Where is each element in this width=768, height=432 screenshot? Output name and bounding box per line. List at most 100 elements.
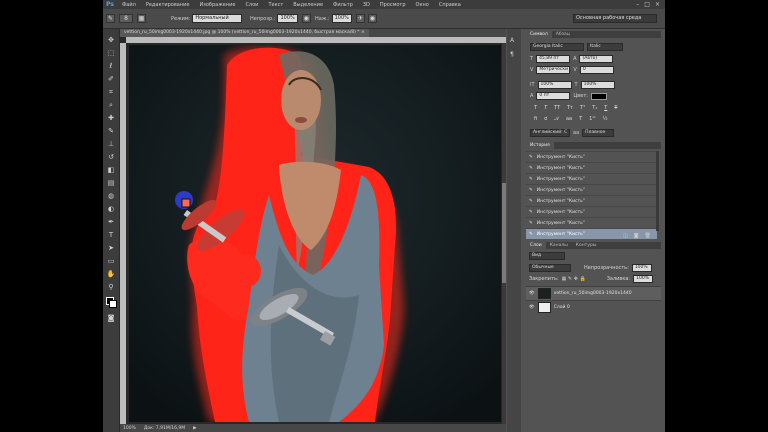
- brush-preset-picker[interactable]: 8: [119, 14, 133, 23]
- lock-icon[interactable]: ▦ ✎ ✥ 🔒: [562, 276, 586, 282]
- pressure-input[interactable]: 100%: [331, 14, 352, 23]
- tracking-select[interactable]: 0: [579, 66, 614, 74]
- menu-3d[interactable]: 3D: [358, 2, 375, 8]
- menu-help[interactable]: Справка: [434, 2, 466, 8]
- faux-bold-icon[interactable]: T: [534, 105, 537, 111]
- underline-icon[interactable]: T: [604, 105, 607, 111]
- brush-icon[interactable]: ✎: [106, 14, 115, 23]
- new-document-from-state-icon[interactable]: ◫: [623, 233, 628, 239]
- pressure-size-icon[interactable]: ◉: [367, 14, 377, 23]
- tab-channels[interactable]: Каналы: [546, 242, 572, 249]
- pressure-opacity-icon[interactable]: ◉: [301, 14, 311, 23]
- kerning-select[interactable]: Метрически: [536, 66, 571, 74]
- dodge-icon[interactable]: ◐: [106, 204, 116, 214]
- history-scrollbar[interactable]: [656, 151, 659, 231]
- font-style-select[interactable]: Italic: [587, 43, 623, 51]
- quick-mask-icon[interactable]: ◙: [106, 313, 116, 323]
- blur-icon[interactable]: ◍: [106, 191, 116, 201]
- stamp-icon[interactable]: ⊥: [106, 139, 116, 149]
- leading-input[interactable]: (Авто): [579, 55, 614, 63]
- gradient-icon[interactable]: ▤: [106, 178, 116, 188]
- ordinals-icon[interactable]: 1ˢᵗ: [589, 116, 596, 122]
- eye-icon[interactable]: 👁: [529, 305, 535, 310]
- vertical-scale-input[interactable]: 100%: [537, 81, 572, 89]
- font-family-select[interactable]: Georgia Italic: [530, 43, 584, 51]
- layer-row[interactable]: 👁 vettion_ru_50img0003-1920x1440: [526, 286, 661, 300]
- blend-mode-select[interactable]: Обычные: [529, 264, 571, 272]
- font-size-input[interactable]: 45,89 пт: [536, 55, 571, 63]
- layer-row[interactable]: 👁 Слой 0: [526, 300, 661, 314]
- language-select[interactable]: Английский: С: [530, 129, 570, 137]
- layer-opacity-input[interactable]: 100%: [631, 264, 652, 272]
- menu-image[interactable]: Изображение: [194, 2, 240, 8]
- small-caps-icon[interactable]: Tт: [567, 105, 573, 111]
- close-tab-icon[interactable]: ×: [361, 30, 365, 35]
- history-item[interactable]: ✎ Инструмент "Кисть": [526, 195, 657, 206]
- zoom-level[interactable]: 100%: [123, 426, 136, 431]
- history-item[interactable]: ✎ Инструмент "Кисть": [526, 206, 657, 217]
- strikethrough-icon[interactable]: T: [614, 105, 617, 111]
- subscript-icon[interactable]: T₁: [592, 105, 597, 111]
- crop-icon[interactable]: ⌗: [106, 87, 116, 97]
- history-item[interactable]: ✎ Инструмент "Кисть": [526, 217, 657, 228]
- ligature-icon[interactable]: fi: [534, 116, 537, 122]
- path-select-icon[interactable]: ➤: [106, 243, 116, 253]
- history-item[interactable]: ✎ Инструмент "Кисть": [526, 173, 657, 184]
- all-caps-icon[interactable]: TT: [554, 105, 560, 111]
- menu-type[interactable]: Текст: [263, 2, 288, 8]
- eraser-icon[interactable]: ◧: [106, 165, 116, 175]
- zoom-icon[interactable]: ⚲: [106, 282, 116, 292]
- image-canvas[interactable]: [129, 45, 501, 422]
- trash-icon[interactable]: 🗑: [645, 233, 651, 239]
- shape-icon[interactable]: ▭: [106, 256, 116, 266]
- marquee-icon[interactable]: ⬚: [106, 48, 116, 58]
- superscript-icon[interactable]: T¹: [580, 105, 585, 111]
- history-item[interactable]: ✎ Инструмент "Кисть": [526, 151, 657, 162]
- menu-view[interactable]: Просмотр: [375, 2, 411, 8]
- vertical-scrollbar[interactable]: [502, 43, 506, 424]
- close-icon[interactable]: ×: [655, 1, 660, 8]
- fractions-icon[interactable]: ½: [603, 116, 608, 122]
- character-panel-icon[interactable]: A: [510, 37, 518, 45]
- hand-icon[interactable]: ✋: [106, 269, 116, 279]
- tab-layers[interactable]: Слои: [526, 242, 546, 249]
- healing-icon[interactable]: ✚: [106, 113, 116, 123]
- discretionary-icon[interactable]: ơ: [544, 116, 547, 122]
- minimize-icon[interactable]: –: [636, 1, 639, 8]
- tab-paragraph[interactable]: Абзац: [552, 31, 574, 38]
- paragraph-panel-icon[interactable]: ¶: [510, 51, 518, 59]
- brush-panel-icon[interactable]: ▦: [137, 14, 146, 23]
- eye-icon[interactable]: 👁: [529, 291, 535, 296]
- type-icon[interactable]: T: [106, 230, 116, 240]
- menu-layers[interactable]: Слои: [240, 2, 263, 8]
- maximize-icon[interactable]: □: [644, 1, 650, 8]
- document-tab[interactable]: vettion_ru_50img0003-1920x1440.jpg @ 100…: [120, 29, 369, 37]
- status-menu-icon[interactable]: ▶: [193, 426, 196, 431]
- layer-filter-select[interactable]: Вид: [529, 252, 565, 260]
- menu-select[interactable]: Выделение: [288, 2, 328, 8]
- brush-tool-icon[interactable]: ✎: [106, 126, 116, 136]
- horizontal-scale-input[interactable]: 100%: [580, 81, 615, 89]
- tab-history[interactable]: История: [526, 142, 554, 149]
- faux-italic-icon[interactable]: T: [544, 105, 547, 111]
- fill-input[interactable]: 100%: [633, 275, 654, 283]
- swash-icon[interactable]: 𝒜: [554, 116, 559, 122]
- mode-select[interactable]: Нормальный: [192, 14, 243, 23]
- snapshot-icon[interactable]: ◙: [634, 233, 639, 239]
- lasso-icon[interactable]: ℓ: [106, 61, 116, 71]
- workspace-select[interactable]: Основная рабочая среда: [573, 14, 657, 23]
- antialias-select[interactable]: Плавное: [582, 129, 615, 137]
- pen-icon[interactable]: ✒: [106, 217, 116, 227]
- text-color-swatch[interactable]: [590, 92, 607, 100]
- alternates-icon[interactable]: aa: [566, 116, 572, 122]
- titling-icon[interactable]: T: [579, 116, 582, 122]
- airbrush-icon[interactable]: ✈: [355, 14, 365, 23]
- menu-file[interactable]: Файл: [117, 2, 141, 8]
- eyedropper-icon[interactable]: ⌕: [106, 100, 116, 110]
- history-brush-icon[interactable]: ↺: [106, 152, 116, 162]
- tab-character[interactable]: Символ: [526, 31, 552, 38]
- baseline-input[interactable]: 0 пт: [536, 92, 571, 100]
- opacity-input[interactable]: 100%: [277, 14, 298, 23]
- history-item[interactable]: ✎ Инструмент "Кисть": [526, 162, 657, 173]
- history-item[interactable]: ✎ Инструмент "Кисть": [526, 184, 657, 195]
